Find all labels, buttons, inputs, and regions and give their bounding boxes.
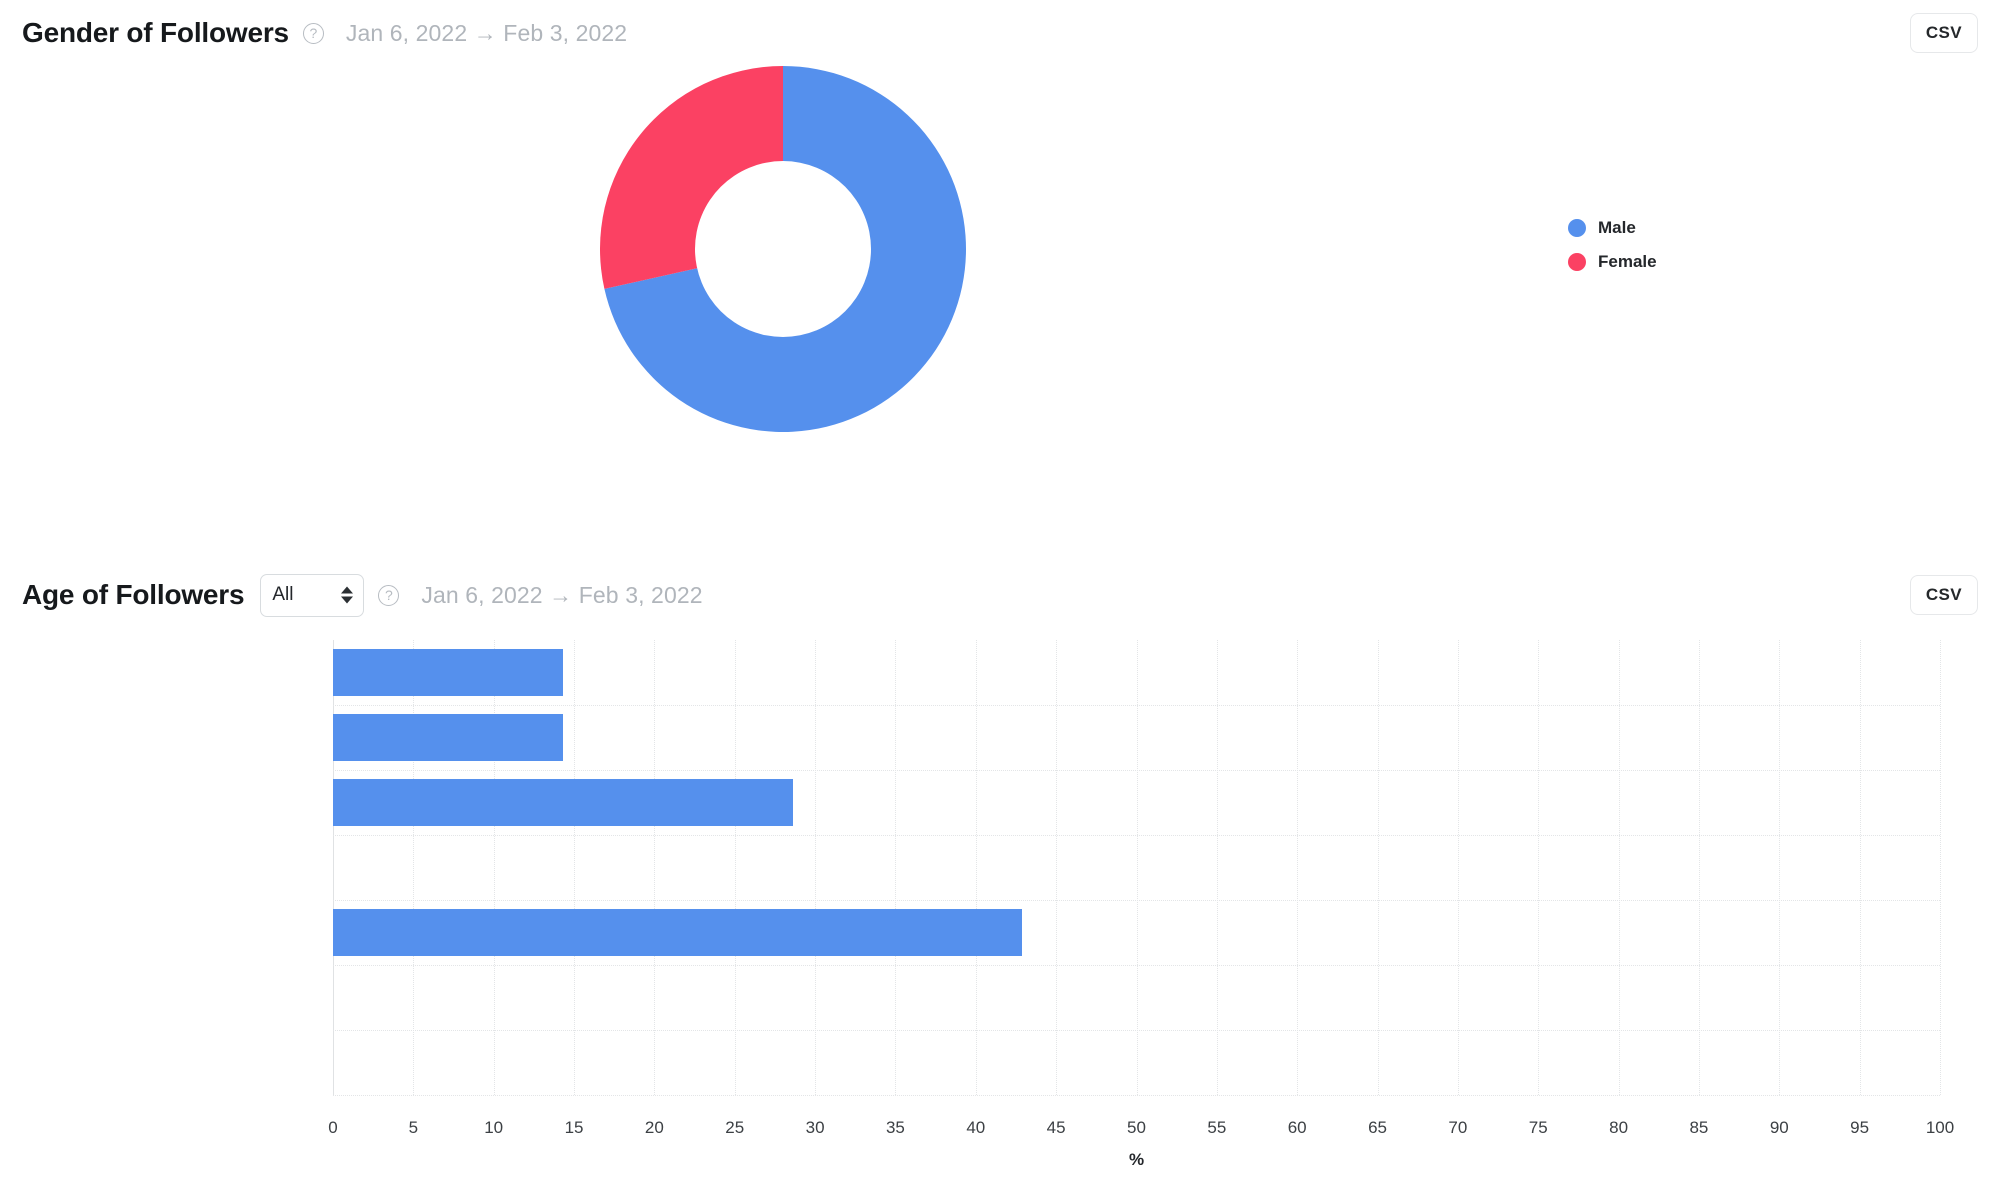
x-tick-label: 85 [1689,1118,1709,1137]
gridline-horizontal [333,965,1940,966]
bar-18-24[interactable] [333,714,563,761]
gridline-vertical [1698,640,1700,1095]
gridline-vertical [1538,640,1540,1095]
gridline-vertical [734,640,736,1095]
age-of-followers-section: Age of Followers All ? Jan 6, 2022 → Feb… [0,560,2000,1180]
gender-date-range: Jan 6, 2022 → Feb 3, 2022 [345,19,628,46]
x-tick-label: 65 [1368,1118,1388,1137]
gridline-horizontal [333,1030,1940,1031]
x-tick-label: 70 [1448,1118,1468,1137]
gridline-vertical [1940,640,1941,1095]
gender-csv-button[interactable]: CSV [1909,13,1978,53]
x-tick-label: 0 [328,1118,338,1137]
donut-svg [600,66,966,432]
x-axis-label: % [1128,1150,1145,1169]
gridline-vertical [1297,640,1299,1095]
gender-of-followers-section: Gender of Followers ? Jan 6, 2022 → Feb … [0,0,2000,560]
gender-page-title: Gender of Followers [22,17,289,48]
legend-label-female: Female [1598,252,1657,271]
gridline-vertical [654,640,656,1095]
gridline-vertical [1216,640,1218,1095]
x-tick-label: 40 [966,1118,986,1137]
x-tick-label: 90 [1769,1118,1789,1137]
gridline-vertical [1859,640,1861,1095]
x-tick-label: 10 [484,1118,504,1137]
bar-45-54[interactable] [333,909,1023,956]
bar-chart-plot-area: 13-1718-2425-3435-4445-5455-6465+0510152… [328,640,1954,1169]
gender-section-header: Gender of Followers ? Jan 6, 2022 → Feb … [0,0,2000,66]
x-tick-label: 30 [805,1118,825,1137]
x-tick-label: 35 [885,1118,905,1137]
gender-legend: Male Female [1568,211,1657,279]
legend-item-female[interactable]: Female [1568,245,1657,279]
bar-row: 45-54 [333,900,1023,965]
age-page-title: Age of Followers [22,579,245,610]
x-tick-label: 5 [408,1118,419,1137]
gridline-horizontal [333,705,1940,706]
bar-row: 18-24 [333,705,563,770]
donut-hole [695,161,871,337]
bar-25-34[interactable] [333,779,793,826]
legend-label-male: Male [1598,218,1636,237]
x-tick-label: 20 [644,1118,664,1137]
age-filter-value: All [272,584,294,605]
gridline-vertical [1056,640,1058,1095]
x-tick-label: 25 [725,1118,745,1137]
legend-dot-female [1568,253,1586,271]
legend-dot-male [1568,219,1586,237]
bar-row: 25-34 [333,770,793,835]
bar-13-17[interactable] [333,649,563,696]
gridline-vertical [1136,640,1138,1095]
age-bar-chart: 13-1718-2425-3435-4445-5455-6465+0510152… [0,630,2000,1170]
question-circle-icon[interactable]: ? [378,584,400,606]
x-tick-label: 45 [1046,1118,1066,1137]
age-csv-button[interactable]: CSV [1909,575,1978,615]
x-tick-label: 95 [1850,1118,1870,1137]
gridline-vertical [815,640,817,1095]
question-circle-icon[interactable]: ? [302,22,324,44]
gender-donut-chart: Male Female [0,66,2000,496]
x-tick-label: 55 [1207,1118,1227,1137]
age-section-header: Age of Followers All ? Jan 6, 2022 → Feb… [0,560,2000,630]
x-tick-label: 100 [1925,1118,1955,1137]
gridline-vertical [895,640,897,1095]
chevron-updown-icon[interactable] [341,586,354,604]
age-date-range: Jan 6, 2022 → Feb 3, 2022 [421,581,703,608]
gridline-vertical [1377,640,1379,1095]
legend-item-male[interactable]: Male [1568,211,1657,245]
x-tick-label: 60 [1287,1118,1307,1137]
gridline-vertical [1618,640,1620,1095]
x-tick-label: 75 [1528,1118,1548,1137]
x-tick-label: 80 [1609,1118,1629,1137]
bar-row: 13-17 [333,640,563,705]
gridline-horizontal [333,835,1940,836]
age-filter-select[interactable]: All [260,573,365,617]
gridline-horizontal [333,1095,1940,1096]
gridline-vertical [1457,640,1459,1095]
x-tick-label: 50 [1127,1118,1146,1137]
donut-graphic [600,66,966,432]
gridline-vertical [1779,640,1781,1095]
gridline-vertical [574,640,576,1095]
x-tick-label: 15 [564,1118,584,1137]
gridline-vertical [975,640,977,1095]
